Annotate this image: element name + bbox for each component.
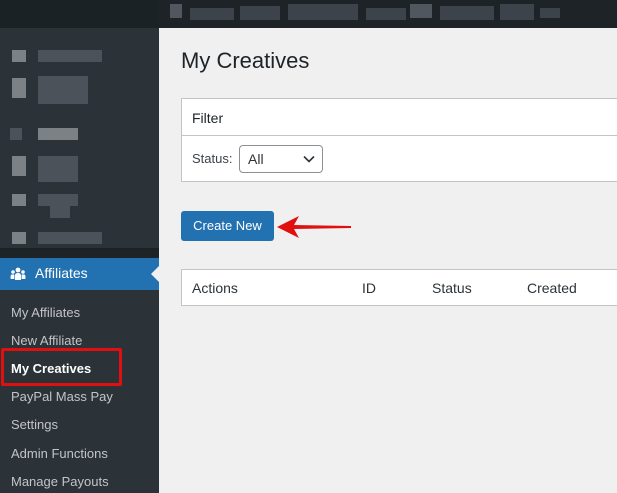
column-actions[interactable]: Actions	[192, 280, 238, 296]
admin-sidebar: Affiliates My Affiliates New Affiliate M…	[0, 0, 159, 493]
highlight-box	[1, 348, 122, 386]
people-group-icon	[10, 267, 26, 280]
blurred-menu-items	[0, 0, 159, 250]
sidebar-item-label: Affiliates	[35, 265, 88, 281]
filter-panel: Filter Status: All	[181, 98, 617, 182]
submenu-settings[interactable]: Settings	[11, 417, 58, 432]
submenu-manage-payouts[interactable]: Manage Payouts	[11, 474, 109, 489]
submenu-paypal-mass-pay[interactable]: PayPal Mass Pay	[11, 389, 113, 404]
red-arrow-icon	[277, 216, 351, 238]
status-select[interactable]: All	[239, 145, 323, 173]
column-status[interactable]: Status	[432, 280, 472, 296]
column-id[interactable]: ID	[362, 280, 376, 296]
submenu-admin-functions[interactable]: Admin Functions	[11, 446, 108, 461]
create-new-button[interactable]: Create New	[181, 211, 274, 241]
status-select-value: All	[248, 151, 264, 167]
table-header-row: Actions ID Status Created	[181, 269, 617, 306]
status-label: Status:	[192, 151, 233, 166]
current-menu-pointer	[151, 266, 159, 282]
chevron-down-icon	[303, 155, 315, 163]
submenu-new-affiliate[interactable]: New Affiliate	[11, 333, 82, 348]
filter-header: Filter	[182, 99, 617, 136]
sidebar-item-affiliates[interactable]: Affiliates	[0, 258, 159, 290]
page-title: My Creatives	[181, 48, 310, 73]
main-content: My Creatives Filter Status: All Create N…	[159, 28, 617, 493]
filter-title: Filter	[192, 110, 224, 126]
column-created[interactable]: Created	[527, 280, 577, 296]
submenu-my-affiliates[interactable]: My Affiliates	[11, 305, 80, 320]
